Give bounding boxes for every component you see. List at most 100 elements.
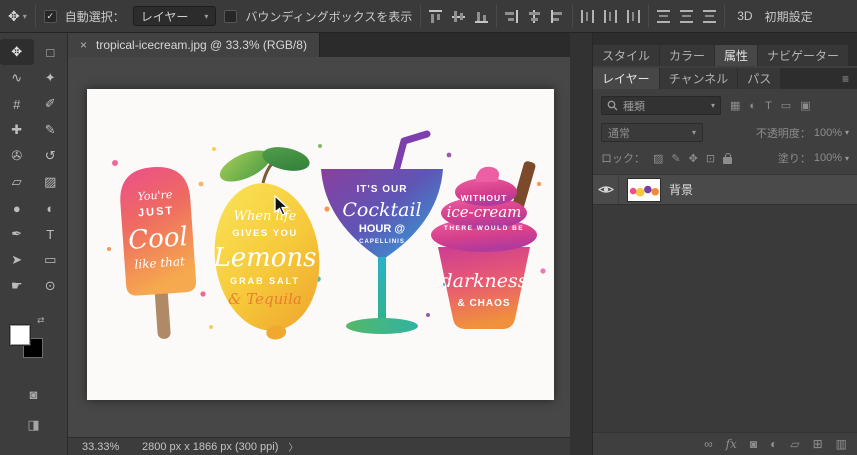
distribute-left-icon[interactable] [581,10,594,23]
lock-position-icon[interactable]: ✥ [689,152,698,165]
gradient-icon: ▨ [44,174,56,190]
distribute-top-icon[interactable] [657,10,670,23]
distribute-vertical-center-icon[interactable] [680,10,693,23]
history-brush-tool[interactable]: ↺ [34,143,68,169]
layer-visibility-toggle[interactable] [593,175,619,204]
align-right-icon[interactable] [551,10,564,23]
auto-select-target-dropdown[interactable]: レイヤー ▾ [133,6,217,26]
swap-colors-icon[interactable]: ⇄ [37,315,45,326]
divider [572,5,573,27]
align-bottom-icon[interactable] [475,10,488,23]
panel-menu-icon[interactable]: ≡ [834,68,857,89]
status-chevron-icon[interactable]: 〉 [288,439,298,454]
chevron-down-icon: ▾ [204,12,208,21]
tab-paths[interactable]: パス [738,68,780,89]
auto-select-checkbox[interactable]: ✓ [44,10,57,23]
zoom-level-field[interactable]: 33.33% [82,441,136,453]
filter-type-layer-icon[interactable]: T [765,100,772,112]
tab-layers[interactable]: レイヤー [593,68,659,89]
opacity-value[interactable]: 100% [814,127,842,139]
tool-grid: ✥ □ ∿ ✦ # ✐ ✚ ✎ ✇ ↺ ▱ ▨ ● ◐ ✒ T ➤ ▭ ☛ ⊙ [0,39,67,299]
tab-properties[interactable]: 属性 [715,45,757,66]
lasso-tool[interactable]: ∿ [0,65,34,91]
move-tool[interactable]: ✥ [0,39,34,65]
distribute-right-icon[interactable] [627,10,640,23]
tab-color[interactable]: カラー [660,45,714,66]
fill-value[interactable]: 100% [814,152,842,164]
zoom-tool[interactable]: ⊙ [34,273,68,299]
shape-tool[interactable]: ▭ [34,247,68,273]
active-tool-preset[interactable]: ✥ ▾ [8,8,27,25]
document-image[interactable]: You're JUST Cool like that [87,89,554,400]
tab-channels[interactable]: チャンネル [660,68,738,89]
new-adjustment-layer-icon[interactable]: ◐ [770,437,777,451]
align-group-vertical [429,10,488,23]
eyedropper-tool[interactable]: ✐ [34,91,68,117]
3d-mode-button[interactable]: 3D [737,9,752,23]
lemon-illustration: When life GIVES YOU Lemons GRAB SALT & T… [206,143,328,345]
bounding-box-checkbox[interactable] [224,10,237,23]
divider [35,5,36,27]
tab-styles[interactable]: スタイル [593,45,659,66]
hand-tool[interactable]: ☛ [0,273,34,299]
dodge-tool[interactable]: ◐ [34,195,68,221]
layer-row-background[interactable]: 背景 [593,175,857,205]
lock-artboard-icon[interactable]: ⊡ [706,152,715,165]
align-top-icon[interactable] [429,10,442,23]
canvas-area[interactable]: You're JUST Cool like that [68,57,570,437]
align-left-icon[interactable] [505,10,518,23]
fill-control[interactable]: 塗り： 100% ▾ [778,150,849,166]
filter-adjustment-layer-icon[interactable]: ◐ [749,100,756,112]
path-select-tool[interactable]: ➤ [0,247,34,273]
close-icon[interactable]: × [80,38,87,52]
new-group-icon[interactable]: ▱ [790,437,799,451]
right-panel-dock: スタイル カラー 属性 ナビゲーター レイヤー チャンネル パス ≡ [593,33,857,455]
lock-transparency-icon[interactable]: ▨ [653,152,663,165]
opacity-control[interactable]: 不透明度： 100% ▾ [756,125,849,141]
distribute-horizontal-center-icon[interactable] [604,10,617,23]
crop-tool[interactable]: # [0,91,34,117]
quick-select-tool[interactable]: ✦ [34,65,68,91]
tab-navigator[interactable]: ナビゲーター [758,45,848,66]
filter-pixel-layer-icon[interactable]: ▦ [730,99,740,112]
marquee-tool[interactable]: □ [34,39,68,65]
quick-mask-button[interactable]: ◙ [30,387,38,402]
layers-tab-bar: レイヤー チャンネル パス ≡ [593,68,857,89]
blur-tool[interactable]: ● [0,195,34,221]
dock-tab-bar: スタイル カラー 属性 ナビゲーター [593,45,857,66]
filter-shape-layer-icon[interactable]: ▭ [781,99,791,112]
distribute-bottom-icon[interactable] [703,10,716,23]
blend-mode-dropdown[interactable]: 通常 ▾ [601,123,703,142]
new-layer-icon[interactable]: ⊞ [813,437,823,451]
add-layer-mask-icon[interactable]: ◙ [750,437,757,451]
foreground-color-swatch[interactable] [10,325,30,345]
eraser-tool[interactable]: ▱ [0,169,34,195]
pen-icon: ✒ [11,226,22,242]
delete-layer-icon[interactable]: ▥ [836,437,847,451]
pen-tool[interactable]: ✒ [0,221,34,247]
align-horizontal-center-icon[interactable] [528,10,541,23]
link-layers-icon[interactable]: ∞ [704,437,713,451]
lock-all-icon[interactable] [723,157,732,164]
screen-mode-button[interactable]: ◨ [27,417,39,433]
eyedropper-icon: ✐ [45,96,56,112]
brush-tool[interactable]: ✎ [34,117,68,143]
cocktail-text: CAPELLINIS [359,239,405,245]
clone-stamp-tool[interactable]: ✇ [0,143,34,169]
healing-icon: ✚ [11,122,22,138]
layer-thumbnail[interactable] [627,178,661,202]
filter-smart-object-icon[interactable]: ▣ [800,99,810,112]
layer-filter-search[interactable]: 種類 ▾ [601,96,721,115]
lock-pixels-icon[interactable]: ✎ [671,152,680,165]
healing-brush-tool[interactable]: ✚ [0,117,34,143]
gradient-tool[interactable]: ▨ [34,169,68,195]
auto-select-value: レイヤー [141,8,189,25]
dock-spacer [593,33,857,45]
document-tab[interactable]: × tropical-icecream.jpg @ 33.3% (RGB/8) [68,33,320,57]
workspace-preset-button[interactable]: 初期設定 [765,8,813,25]
layer-style-fx-icon[interactable]: fx [726,437,737,451]
move-tool-icon: ✥ [8,8,20,25]
align-vertical-center-icon[interactable] [452,10,465,23]
blend-mode-value: 通常 [608,125,630,141]
type-tool[interactable]: T [34,221,68,247]
